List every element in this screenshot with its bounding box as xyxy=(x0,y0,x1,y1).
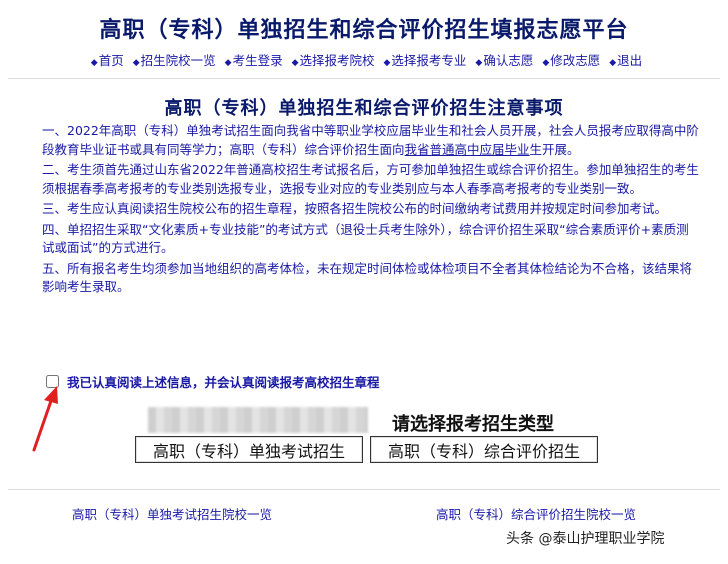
red-arrow-icon xyxy=(32,386,58,452)
notice-item-1-text: 一、2022年高职（专科）单独考试招生面向我省中等职业学校应届毕业生和社会人员开… xyxy=(42,123,699,157)
notice-body: 一、2022年高职（专科）单独考试招生面向我省中等职业学校应届毕业生和社会人员开… xyxy=(42,122,700,299)
bullet-icon: ◆ xyxy=(224,58,232,68)
comprehensive-button[interactable]: 高职（专科）综合评价招生 xyxy=(370,436,598,463)
bullet-icon: ◆ xyxy=(542,58,550,68)
bullet-icon: ◆ xyxy=(609,58,617,68)
nav-choose-major[interactable]: 选择报考专业 xyxy=(391,53,466,68)
notice-item-5: 五、所有报名考生均须参加当地组织的高考体检，未在规定时间体检或体检项目不全者其体… xyxy=(42,260,693,295)
notice-item-4: 四、单招招生采取“文化素质+专业技能”的考试方式（退役士兵考生除外），综合评价招… xyxy=(42,221,689,256)
nav-login[interactable]: 考生登录 xyxy=(233,53,283,68)
agree-label: 我已认真阅读上述信息，并会认真阅读报考高校招生章程 xyxy=(67,375,380,390)
nav-choose-college[interactable]: 选择报考院校 xyxy=(299,53,374,68)
notice-item-1-tail: 生开展。 xyxy=(529,141,580,157)
site-title: 高职（专科）单独招生和综合评价招生填报志愿平台 xyxy=(99,18,629,43)
single-college-list-link[interactable]: 高职（专科）单独考试招生院校一览 xyxy=(72,504,272,523)
top-nav: ◆首页 ◆招生院校一览 ◆考生登录 ◆选择报考院校 ◆选择报考专业 ◆确认志愿 … xyxy=(0,50,728,69)
nav-modify[interactable]: 修改志愿 xyxy=(550,53,600,68)
nav-college-list[interactable]: 招生院校一览 xyxy=(141,53,216,68)
bullet-icon: ◆ xyxy=(383,58,391,68)
notice-item-1: 一、2022年高职（专科）单独考试招生面向我省中等职业学校应届毕业生和社会人员开… xyxy=(42,122,700,159)
notice-item-3: 三、考生应认真阅读招生院校公布的招生章程，按照各招生院校公布的时间缴纳考试费用并… xyxy=(42,201,668,216)
notice-item-2: 二、考生须首先通过山东省2022年普通高校招生考试报名后，方可参加单独招生或综合… xyxy=(42,162,699,196)
divider xyxy=(8,489,720,490)
nav-home[interactable]: 首页 xyxy=(99,53,124,68)
bullet-icon: ◆ xyxy=(132,58,140,68)
select-type-title: 请选择报考招生类型 xyxy=(392,414,554,435)
blurred-area xyxy=(148,407,368,433)
notice-item-1-underline: 我省普通高中应届毕业 xyxy=(404,141,530,157)
nav-logout[interactable]: 退出 xyxy=(617,53,642,68)
agree-row[interactable]: 我已认真阅读上述信息，并会认真阅读报考高校招生章程 xyxy=(46,372,380,391)
nav-confirm[interactable]: 确认志愿 xyxy=(483,53,533,68)
bullet-icon: ◆ xyxy=(90,58,98,68)
bullet-icon: ◆ xyxy=(291,58,299,68)
bullet-icon: ◆ xyxy=(475,58,483,68)
watermark: 头条 @泰山护理职业学院 xyxy=(506,531,665,547)
notice-title: 高职（专科）单独招生和综合评价招生注意事项 xyxy=(164,98,564,119)
divider xyxy=(8,78,720,79)
comprehensive-college-list-link[interactable]: 高职（专科）综合评价招生院校一览 xyxy=(436,504,636,523)
single-exam-button[interactable]: 高职（专科）单独考试招生 xyxy=(135,436,363,463)
